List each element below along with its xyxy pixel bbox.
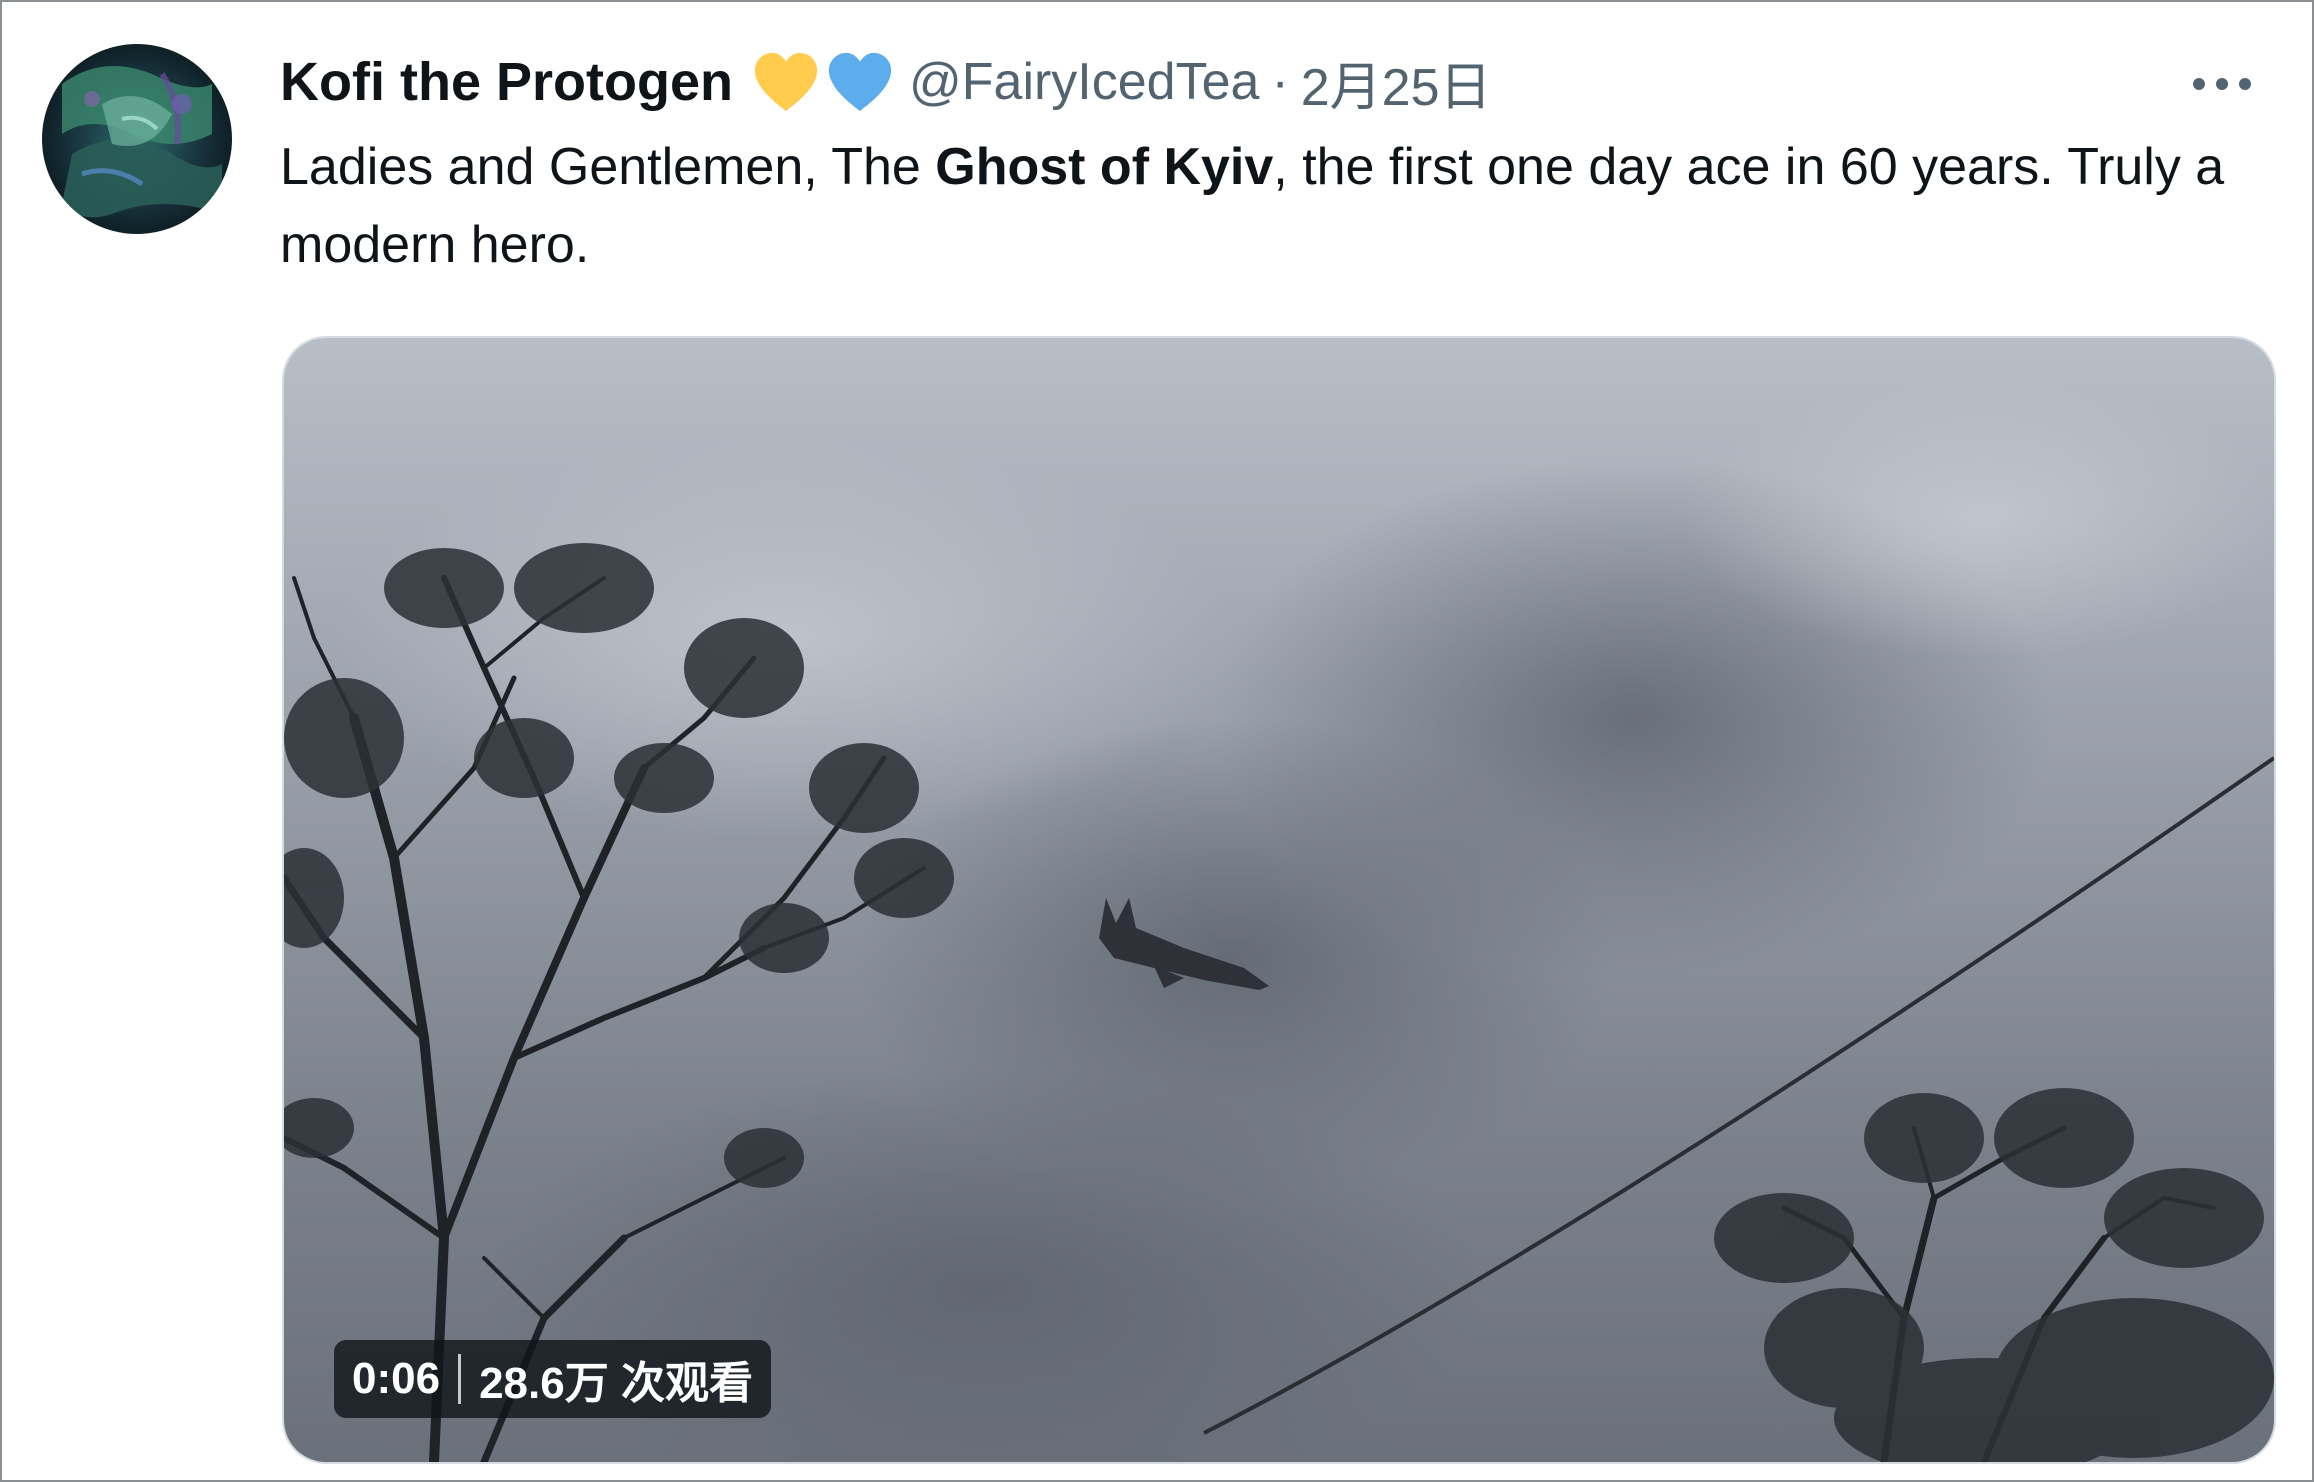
video-info-badge: 0:06 28.6万 次观看 [334, 1340, 771, 1418]
video-view-count: 28.6万 次观看 [479, 1359, 753, 1408]
display-name[interactable]: Kofi the Protogen [280, 51, 733, 113]
tweet-text-part1: Ladies and Gentlemen, The [280, 138, 936, 196]
avatar[interactable] [42, 44, 232, 234]
more-horizontal-icon [2193, 78, 2251, 90]
video-duration: 0:06 [352, 1354, 441, 1403]
video-thumbnail [284, 338, 2274, 1462]
blue-heart-icon [828, 52, 892, 112]
more-options-button[interactable] [2182, 54, 2262, 114]
user-handle[interactable]: @FairyIcedTea [909, 52, 1259, 112]
separator-dot: · [1271, 53, 1289, 111]
video-player[interactable]: 0:06 28.6万 次观看 [282, 336, 2276, 1464]
avatar-image [42, 44, 232, 234]
badge-divider [458, 1354, 462, 1404]
yellow-heart-icon [754, 52, 818, 112]
emoji-group [751, 50, 895, 114]
tweet-card: Kofi the Protogen @FairyIcedTea · 2月25日 … [0, 0, 2314, 1482]
tweet-text-bold[interactable]: Ghost of Kyiv [935, 138, 1273, 196]
tweet-date[interactable]: 2月25日 [1301, 45, 1492, 120]
tweet-text: Ladies and Gentlemen, The Ghost of Kyiv,… [280, 128, 2240, 284]
tweet-header: Kofi the Protogen @FairyIcedTea · 2月25日 [280, 42, 1492, 122]
